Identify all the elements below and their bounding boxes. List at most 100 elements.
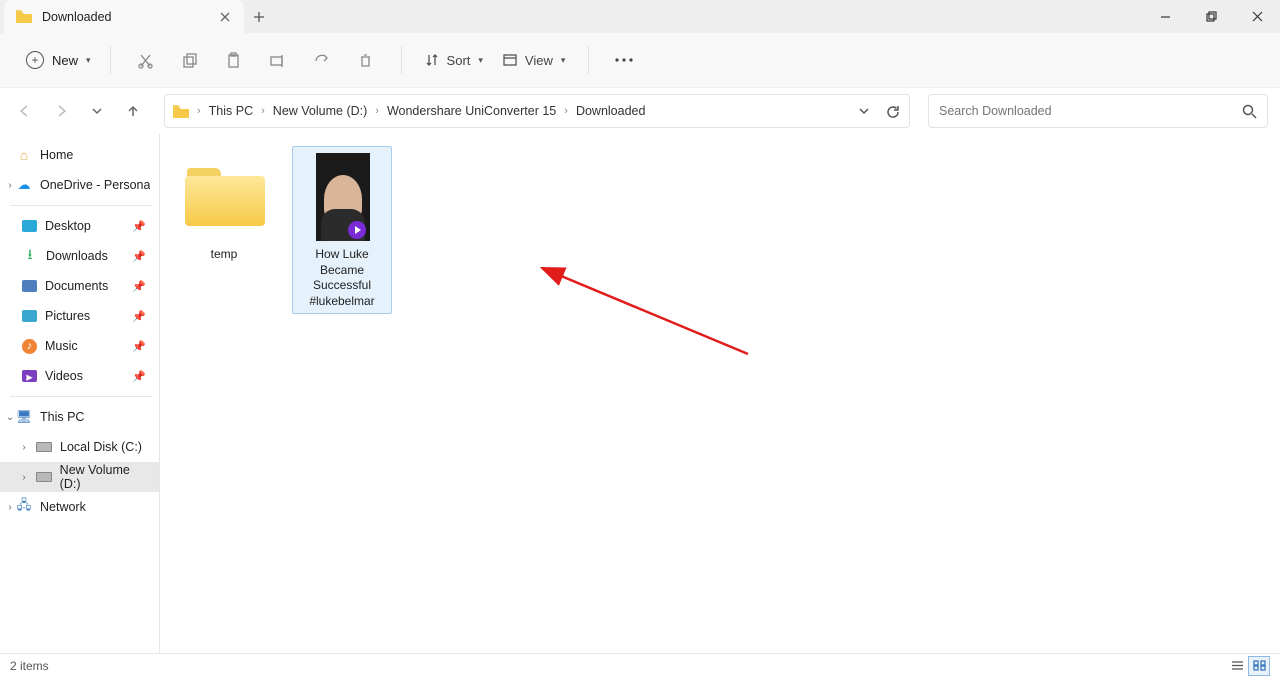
new-button[interactable]: + New ▾ <box>20 47 97 73</box>
cut-button[interactable] <box>124 52 168 69</box>
chevron-right-icon[interactable]: › <box>261 105 265 117</box>
plus-circle-icon: + <box>26 51 44 69</box>
chevron-down-icon: ▾ <box>478 55 483 66</box>
tab-downloaded[interactable]: Downloaded <box>4 0 244 33</box>
pin-icon: 📌 <box>132 310 152 323</box>
address-bar[interactable]: › This PC › New Volume (D:) › Wondershar… <box>164 94 910 128</box>
pin-icon: 📌 <box>132 340 152 353</box>
chevron-right-icon[interactable]: › <box>18 472 30 483</box>
details-view-toggle[interactable] <box>1226 656 1248 676</box>
file-item-video[interactable]: How Luke Became Successful #lukebelmar <box>292 146 392 314</box>
title-bar: Downloaded <box>0 0 1280 33</box>
search-icon[interactable] <box>1242 104 1257 119</box>
desktop-icon <box>22 220 37 232</box>
more-button[interactable] <box>602 58 646 62</box>
onedrive-icon: ☁ <box>16 177 32 193</box>
separator <box>10 396 152 397</box>
close-tab-icon[interactable] <box>218 10 232 24</box>
breadcrumb-item[interactable]: Downloaded <box>576 104 646 118</box>
sidebar-item-downloads[interactable]: ⭳Downloads📌 <box>0 241 160 271</box>
chevron-down-icon[interactable] <box>858 105 870 117</box>
sidebar-item-network[interactable]: › 🖧 Network <box>0 492 160 522</box>
sidebar-item-this-pc[interactable]: ⌄ 🖥 This PC <box>0 402 160 432</box>
item-caption: How Luke Became Successful #lukebelmar <box>297 247 387 309</box>
breadcrumb-item[interactable]: This PC <box>209 104 253 118</box>
documents-icon <box>22 280 37 292</box>
sidebar-label: OneDrive - Persona <box>40 178 150 192</box>
chevron-right-icon[interactable]: › <box>4 180 16 191</box>
sidebar-label: Home <box>40 148 73 162</box>
sidebar-item-new-volume-d[interactable]: › New Volume (D:) <box>0 462 160 492</box>
sort-button[interactable]: Sort ▾ <box>415 53 493 68</box>
chevron-right-icon[interactable]: › <box>197 105 201 117</box>
minimize-button[interactable] <box>1142 0 1188 32</box>
chevron-down-icon: ▾ <box>561 55 566 66</box>
sidebar-item-local-disk-c[interactable]: › Local Disk (C:) <box>0 432 160 462</box>
up-button[interactable] <box>120 98 146 124</box>
maximize-button[interactable] <box>1188 0 1234 32</box>
chevron-right-icon[interactable]: › <box>4 502 16 513</box>
thumbnails-view-toggle[interactable] <box>1248 656 1270 676</box>
chevron-down-icon: ▾ <box>86 55 91 66</box>
sidebar-item-home[interactable]: ⌂ Home <box>0 140 160 170</box>
share-button[interactable] <box>300 52 344 69</box>
sidebar-item-videos[interactable]: ▸Videos📌 <box>0 361 160 391</box>
breadcrumb-item[interactable]: Wondershare UniConverter 15 <box>387 104 556 118</box>
chevron-right-icon[interactable]: › <box>18 442 30 453</box>
forward-button[interactable] <box>48 98 74 124</box>
delete-button[interactable] <box>344 52 388 69</box>
sidebar-item-desktop[interactable]: Desktop📌 <box>0 211 160 241</box>
view-label: View <box>525 53 553 68</box>
navigation-pane: ⌂ Home › ☁ OneDrive - Persona Desktop📌 ⭳… <box>0 134 160 653</box>
close-button[interactable] <box>1234 0 1280 32</box>
folder-icon <box>16 10 32 23</box>
videos-icon: ▸ <box>22 370 37 382</box>
chevron-down-icon[interactable]: ⌄ <box>4 412 16 423</box>
disk-icon <box>36 442 52 452</box>
sidebar-item-pictures[interactable]: Pictures📌 <box>0 301 160 331</box>
sort-icon <box>425 53 439 67</box>
sort-label: Sort <box>447 53 471 68</box>
search-box[interactable] <box>928 94 1268 128</box>
paste-button[interactable] <box>212 52 256 69</box>
new-tab-button[interactable] <box>244 0 274 33</box>
item-caption: temp <box>179 247 269 263</box>
new-label: New <box>52 53 78 68</box>
copy-button[interactable] <box>168 52 212 69</box>
breadcrumb-item[interactable]: New Volume (D:) <box>273 104 367 118</box>
pin-icon: 📌 <box>132 220 152 233</box>
search-input[interactable] <box>939 104 1242 118</box>
body: ⌂ Home › ☁ OneDrive - Persona Desktop📌 ⭳… <box>0 134 1280 653</box>
status-bar: 2 items <box>0 653 1280 677</box>
pin-icon: 📌 <box>132 280 152 293</box>
view-icon <box>503 53 517 67</box>
video-thumbnail <box>297 151 389 243</box>
sidebar-item-onedrive[interactable]: › ☁ OneDrive - Persona <box>0 170 160 200</box>
tab-title: Downloaded <box>42 10 218 24</box>
tab-strip: Downloaded <box>0 0 274 33</box>
rename-button[interactable] <box>256 52 300 69</box>
play-icon <box>348 221 366 239</box>
sidebar-item-music[interactable]: ♪Music📌 <box>0 331 160 361</box>
disk-icon <box>36 472 52 482</box>
folder-thumbnail <box>179 151 271 243</box>
refresh-button[interactable] <box>886 104 901 119</box>
window-controls <box>1142 0 1280 32</box>
pictures-icon <box>22 310 37 322</box>
folder-item-temp[interactable]: temp <box>174 146 274 268</box>
pin-icon: 📌 <box>132 250 152 263</box>
back-button[interactable] <box>12 98 38 124</box>
chevron-right-icon[interactable]: › <box>375 105 379 117</box>
download-icon: ⭳ <box>22 248 38 264</box>
view-button[interactable]: View ▾ <box>493 53 575 68</box>
recent-locations-button[interactable] <box>84 98 110 124</box>
chevron-right-icon[interactable]: › <box>564 105 568 117</box>
home-icon: ⌂ <box>16 147 32 163</box>
status-text: 2 items <box>10 659 49 673</box>
content-pane[interactable]: temp How Luke Became Successful #lukebel… <box>160 134 1280 653</box>
toolbar: + New ▾ Sort ▾ View ▾ <box>0 33 1280 88</box>
sidebar-item-documents[interactable]: Documents📌 <box>0 271 160 301</box>
network-icon: 🖧 <box>16 499 32 515</box>
items-view: temp How Luke Became Successful #lukebel… <box>174 146 1266 314</box>
separator <box>10 205 152 206</box>
